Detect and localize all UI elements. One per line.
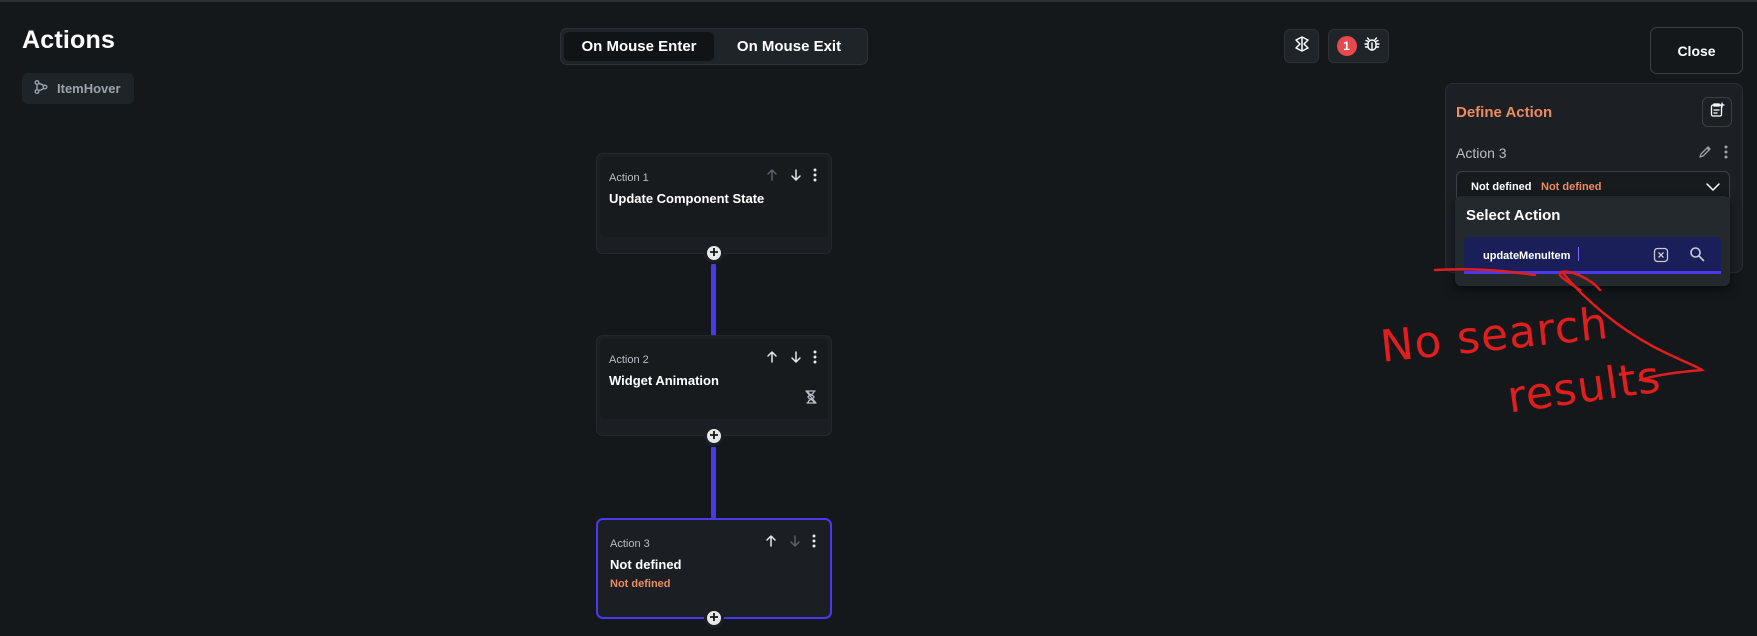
action-number: Action 2 <box>609 354 649 366</box>
more-options-icon[interactable] <box>813 168 817 182</box>
select-value: Not defined <box>1471 181 1532 193</box>
move-up-icon[interactable] <box>765 350 779 364</box>
search-icon[interactable] <box>1689 246 1705 267</box>
card-controls <box>765 350 817 364</box>
plus-icon <box>709 609 719 627</box>
action-label: Action 3 <box>1456 145 1507 161</box>
page-title: Actions <box>22 26 116 54</box>
search-input[interactable] <box>1483 247 1663 265</box>
debug-button[interactable]: 1 <box>1328 29 1389 63</box>
chip-label: ItemHover <box>57 81 121 96</box>
add-action-button[interactable] <box>704 243 724 263</box>
flow-connector <box>711 264 716 336</box>
tab-on-mouse-exit[interactable]: On Mouse Exit <box>714 32 864 61</box>
add-action-button[interactable] <box>704 608 724 628</box>
more-options-icon[interactable] <box>1724 145 1728 164</box>
define-action-title: Define Action <box>1456 104 1553 121</box>
bug-icon <box>1363 35 1381 58</box>
move-down-icon[interactable] <box>789 350 803 364</box>
move-up-icon[interactable] <box>764 534 778 548</box>
move-up-icon[interactable] <box>765 168 779 182</box>
flutterflow-icon <box>1293 35 1311 58</box>
close-button[interactable]: Close <box>1650 27 1743 74</box>
clipboard-add-icon <box>1709 101 1725 123</box>
action-title: Update Component State <box>609 191 765 206</box>
trigger-tabs: On Mouse Enter On Mouse Exit <box>560 28 868 65</box>
card-controls <box>764 534 816 548</box>
plus-icon <box>709 244 719 262</box>
top-border <box>0 0 1757 2</box>
move-down-icon[interactable] <box>789 168 803 182</box>
edit-icon[interactable] <box>1698 145 1712 164</box>
action-card-1[interactable]: Action 1 Update Component State <box>596 153 832 254</box>
tab-on-mouse-enter[interactable]: On Mouse Enter <box>564 32 714 61</box>
card-controls <box>765 168 817 182</box>
flutterflow-button[interactable] <box>1284 29 1319 63</box>
select-action-dropdown: Select Action <box>1455 196 1730 286</box>
hourglass-disabled-icon <box>805 390 817 409</box>
clear-icon[interactable] <box>1653 247 1669 268</box>
action-number: Action 1 <box>609 172 649 184</box>
text-cursor <box>1578 247 1579 261</box>
action-title: Widget Animation <box>609 373 719 388</box>
action-card-3[interactable]: Action 3 Not defined Not defined <box>596 518 832 619</box>
action-library-button[interactable] <box>1702 97 1732 127</box>
action-card-2[interactable]: Action 2 Widget Animation <box>596 335 832 436</box>
action-label-controls <box>1698 145 1728 164</box>
action-subtitle: Not defined <box>610 578 671 590</box>
add-action-button[interactable] <box>704 426 724 446</box>
flow-icon <box>33 79 49 98</box>
issue-count-badge: 1 <box>1336 36 1357 56</box>
move-down-icon[interactable] <box>788 534 802 548</box>
action-title: Not defined <box>610 557 682 572</box>
annotation-text: results <box>1504 351 1665 424</box>
more-options-icon[interactable] <box>813 350 817 364</box>
annotation-text: No search <box>1377 298 1612 373</box>
select-value-secondary: Not defined <box>1541 181 1602 193</box>
flow-connector <box>711 447 716 518</box>
search-box <box>1464 237 1721 274</box>
more-options-icon[interactable] <box>812 534 816 548</box>
plus-icon <box>709 427 719 445</box>
dropdown-title: Select Action <box>1466 207 1561 224</box>
action-number: Action 3 <box>610 538 650 550</box>
component-chip[interactable]: ItemHover <box>22 73 134 104</box>
